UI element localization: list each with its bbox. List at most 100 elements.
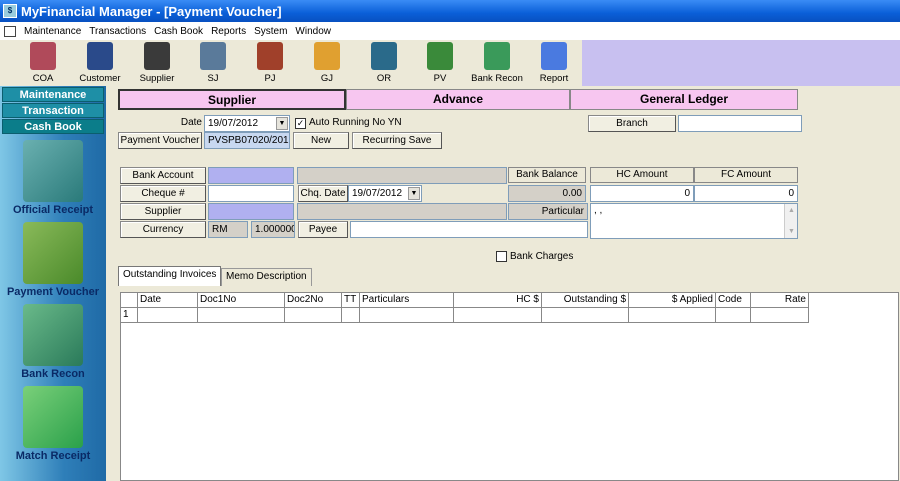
new-button[interactable]: New xyxy=(293,132,349,149)
payment-voucher-icon xyxy=(23,222,83,284)
supplier-code[interactable] xyxy=(208,203,294,220)
bank-charges-checkbox[interactable] xyxy=(496,251,507,262)
currency-rate[interactable]: 1.000000 xyxy=(251,221,295,238)
bank-balance-label: Bank Balance xyxy=(508,167,586,183)
sidebar-tab-maintenance[interactable]: Maintenance xyxy=(2,87,104,102)
date-dropdown[interactable]: 19/07/2012 ▼ xyxy=(204,115,290,132)
menu-reports[interactable]: Reports xyxy=(207,26,250,37)
payee-button[interactable]: Payee xyxy=(298,221,348,238)
currency-button[interactable]: Currency xyxy=(120,221,206,238)
bank-recon-icon xyxy=(484,42,510,70)
fc-amount-label: FC Amount xyxy=(694,167,798,183)
document-icon[interactable] xyxy=(4,25,16,37)
grid-header-particulars[interactable]: Particulars xyxy=(360,293,454,308)
chq-date-dropdown[interactable]: 19/07/2012 ▼ xyxy=(348,185,422,202)
tab-outstanding-invoices[interactable]: Outstanding Invoices xyxy=(118,266,222,286)
match-receipt-icon xyxy=(23,386,83,448)
menu-bar: Maintenance Transactions Cash Book Repor… xyxy=(0,22,900,40)
table-cell[interactable] xyxy=(542,308,629,323)
tab-advance[interactable]: Advance xyxy=(346,89,570,110)
gj-button[interactable]: GJ xyxy=(300,40,354,86)
chevron-down-icon[interactable]: ▼ xyxy=(276,117,288,130)
menu-maintenance[interactable]: Maintenance xyxy=(20,26,85,37)
table-cell[interactable] xyxy=(629,308,716,323)
branch-field[interactable] xyxy=(678,115,802,132)
grid-header-code[interactable]: Code xyxy=(716,293,751,308)
pv-button[interactable]: PV xyxy=(413,40,467,86)
auto-running-checkbox[interactable]: ✓ xyxy=(295,118,306,129)
customer-button[interactable]: Customer xyxy=(73,40,127,86)
branch-button[interactable]: Branch xyxy=(588,115,676,132)
chevron-down-icon[interactable]: ▼ xyxy=(408,187,420,200)
bank-account-name xyxy=(297,167,507,184)
bank-balance-value: 0.00 xyxy=(508,185,586,202)
tab-memo-description[interactable]: Memo Description xyxy=(221,268,312,286)
recurring-save-button[interactable]: Recurring Save xyxy=(352,132,442,149)
tab-supplier[interactable]: Supplier xyxy=(118,89,346,110)
supplier-icon xyxy=(144,42,170,70)
menu-system[interactable]: System xyxy=(250,26,291,37)
bank-recon-toolbar-button[interactable]: Bank Recon xyxy=(470,40,524,86)
grid-header-outstanding[interactable]: Outstanding $ xyxy=(542,293,629,308)
sidebar: Maintenance Transaction Cash Book Offici… xyxy=(0,86,106,481)
gj-icon xyxy=(314,42,340,70)
table-cell[interactable] xyxy=(360,308,454,323)
grid-header-rate[interactable]: Rate xyxy=(751,293,809,308)
payee-field[interactable] xyxy=(350,221,588,238)
menu-transactions[interactable]: Transactions xyxy=(85,26,150,37)
toolbar: COA Customer Supplier SJ PJ GJ OR PV Ban… xyxy=(0,40,900,86)
cheque-number-field[interactable] xyxy=(208,185,294,202)
particular-field[interactable]: , , ▲ ▼ xyxy=(590,203,798,239)
table-cell[interactable] xyxy=(454,308,542,323)
window-title: MyFinancial Manager - [Payment Voucher] xyxy=(21,3,282,19)
table-cell[interactable] xyxy=(138,308,198,323)
table-cell[interactable] xyxy=(716,308,751,323)
bank-account-code[interactable] xyxy=(208,167,294,184)
grid-header-doc2no[interactable]: Doc2No xyxy=(285,293,342,308)
table-cell[interactable] xyxy=(751,308,809,323)
bank-account-button[interactable]: Bank Account xyxy=(120,167,206,184)
coa-button[interactable]: COA xyxy=(16,40,70,86)
hc-amount-field[interactable]: 0 xyxy=(590,185,694,202)
grid-header-hc[interactable]: HC $ xyxy=(454,293,542,308)
sidebar-tab-cash-book[interactable]: Cash Book xyxy=(2,119,104,134)
report-button[interactable]: Report xyxy=(527,40,581,86)
sidebar-tab-transaction[interactable]: Transaction xyxy=(2,103,104,118)
bank-recon-large-icon xyxy=(23,304,83,366)
sidebar-item-bank-recon[interactable]: Bank Recon xyxy=(0,304,106,380)
sj-button[interactable]: SJ xyxy=(186,40,240,86)
fc-amount-field[interactable]: 0 xyxy=(694,185,798,202)
particular-scrollbar[interactable]: ▲ ▼ xyxy=(784,204,797,238)
menu-cash-book[interactable]: Cash Book xyxy=(150,26,207,37)
date-label: Date xyxy=(180,117,202,128)
supplier-button[interactable]: Supplier xyxy=(120,203,206,220)
outstanding-invoices-grid: Date Doc1No Doc2No TT Particulars HC $ O… xyxy=(120,292,899,481)
chq-date-button[interactable]: Chq. Date xyxy=(298,185,348,202)
grid-header-row-number xyxy=(121,293,138,308)
payment-voucher-number[interactable]: PVSPB07020/2012 xyxy=(204,132,290,149)
or-button[interactable]: OR xyxy=(357,40,411,86)
table-cell[interactable] xyxy=(198,308,285,323)
coa-icon xyxy=(30,42,56,70)
hc-amount-label: HC Amount xyxy=(590,167,694,183)
grid-header-applied[interactable]: $ Applied xyxy=(629,293,716,308)
supplier-toolbar-button[interactable]: Supplier xyxy=(130,40,184,86)
sidebar-item-official-receipt[interactable]: Official Receipt xyxy=(0,140,106,216)
grid-header-date[interactable]: Date xyxy=(138,293,198,308)
pj-button[interactable]: PJ xyxy=(243,40,297,86)
tab-general-ledger[interactable]: General Ledger xyxy=(570,89,798,110)
grid-header-tt[interactable]: TT xyxy=(342,293,360,308)
cheque-button[interactable]: Cheque # xyxy=(120,185,206,202)
grid-header-doc1no[interactable]: Doc1No xyxy=(198,293,285,308)
table-cell[interactable] xyxy=(342,308,360,323)
payment-voucher-button[interactable]: Payment Voucher xyxy=(118,132,202,149)
detail-tabs: Outstanding Invoices Memo Description xyxy=(118,266,418,286)
table-cell[interactable] xyxy=(285,308,342,323)
sidebar-item-payment-voucher[interactable]: Payment Voucher xyxy=(0,222,106,298)
supplier-name xyxy=(297,203,507,220)
sj-icon xyxy=(200,42,226,70)
payment-voucher-form: Supplier Advance General Ledger Date 19/… xyxy=(106,86,900,481)
currency-code[interactable]: RM xyxy=(208,221,248,238)
menu-window[interactable]: Window xyxy=(291,26,335,37)
sidebar-item-match-receipt[interactable]: Match Receipt xyxy=(0,386,106,462)
